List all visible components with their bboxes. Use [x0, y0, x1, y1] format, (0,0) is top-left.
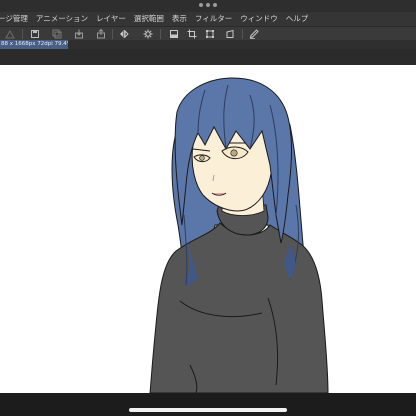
drawing-canvas[interactable] — [0, 65, 416, 393]
triangle-ruler-icon[interactable] — [4, 29, 16, 39]
document-tab[interactable]: 88 x 1668px 72dpi 79.4%) — [0, 40, 68, 49]
dot — [213, 3, 217, 7]
menu-item-help[interactable]: ヘルプ — [282, 12, 313, 26]
import-icon[interactable] — [73, 29, 85, 39]
menu-item-animation[interactable]: アニメーション — [32, 12, 92, 26]
layer-property-icon[interactable] — [224, 29, 236, 39]
transform-icon[interactable] — [204, 29, 216, 39]
menu-item-filter[interactable]: フィルター — [191, 12, 236, 26]
menu-item-selection[interactable]: 選択範囲 — [130, 12, 168, 26]
bottom-bar — [0, 393, 416, 416]
pupil-right — [230, 149, 238, 157]
save-icon[interactable] — [29, 29, 41, 39]
menu-item-layer[interactable]: レイヤー — [92, 12, 130, 26]
color-fill-icon[interactable] — [168, 29, 180, 39]
dot — [206, 3, 210, 7]
canvas-margin — [0, 49, 416, 65]
menu-item-view[interactable]: 表示 — [168, 12, 191, 26]
toolbar-separator — [22, 29, 23, 39]
more-dots-icon[interactable] — [199, 3, 217, 7]
system-top-bar — [0, 0, 416, 12]
pen-icon[interactable] — [248, 29, 260, 39]
gear-icon[interactable] — [142, 29, 154, 39]
character-illustration — [149, 77, 329, 393]
crop-icon[interactable] — [186, 29, 198, 39]
export-icon[interactable] — [95, 29, 107, 39]
flip-horizontal-icon[interactable] — [118, 29, 130, 39]
menu-bar: ージ管理 アニメーション レイヤー 選択範囲 表示 フィルター ウィンドウ ヘル… — [0, 12, 416, 26]
sweater — [149, 222, 329, 393]
menu-item-window[interactable]: ウィンドウ — [236, 12, 282, 26]
dot — [199, 3, 203, 7]
toolbar-separator — [160, 29, 161, 39]
toolbar-separator — [112, 29, 113, 39]
toolbar-separator — [242, 29, 243, 39]
menu-item-page-management[interactable]: ージ管理 — [0, 12, 32, 26]
home-indicator[interactable] — [129, 408, 287, 412]
pupil-left — [199, 155, 205, 161]
command-bar — [0, 26, 416, 40]
copy-icon[interactable] — [51, 29, 63, 39]
document-tab-strip: 88 x 1668px 72dpi 79.4%) — [0, 40, 416, 49]
